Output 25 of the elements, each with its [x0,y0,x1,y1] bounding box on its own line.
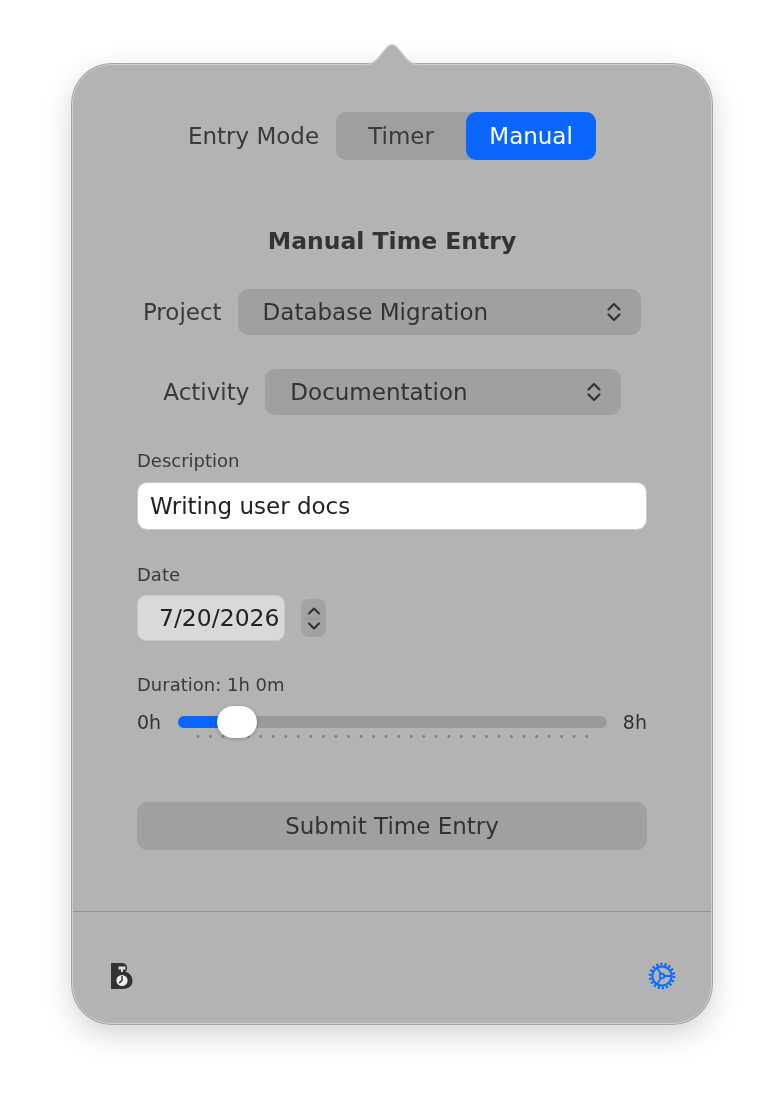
slider-max-label: 8h [622,710,647,735]
date-field[interactable]: 7/20/2026 [137,595,285,641]
up-down-chevron-icon [606,301,623,323]
activity-label: Activity [163,379,250,405]
project-popup[interactable]: Database Migration [237,289,642,335]
up-down-chevron-icon [585,381,602,403]
description-field[interactable]: Writing user docs [137,482,647,530]
description-label: Description [137,450,241,472]
chevron-up-icon[interactable] [306,606,321,615]
form-title: Manual Time Entry [266,226,518,256]
mode-tab[interactable]: Timer [336,112,467,160]
segmented-control[interactable]: Timer Manual [336,112,597,160]
duration-label: Duration: 1h 0m [137,674,286,696]
date-label: Date [137,564,182,586]
slider-min-label: 0h [137,710,162,735]
entry-mode-label: Entry Mode [187,123,320,149]
chevron-down-icon[interactable] [306,621,321,630]
mode-tab[interactable]: Manual [466,112,597,160]
date-stepper[interactable] [301,599,326,637]
project-label: Project [142,299,222,325]
submit-button[interactable]: Submit Time Entry [137,802,647,850]
stopwatch-logo-icon [110,962,134,990]
slider-thumb[interactable] [217,706,257,738]
slider-track[interactable] [178,706,607,738]
activity-popup[interactable]: Documentation [265,369,621,415]
